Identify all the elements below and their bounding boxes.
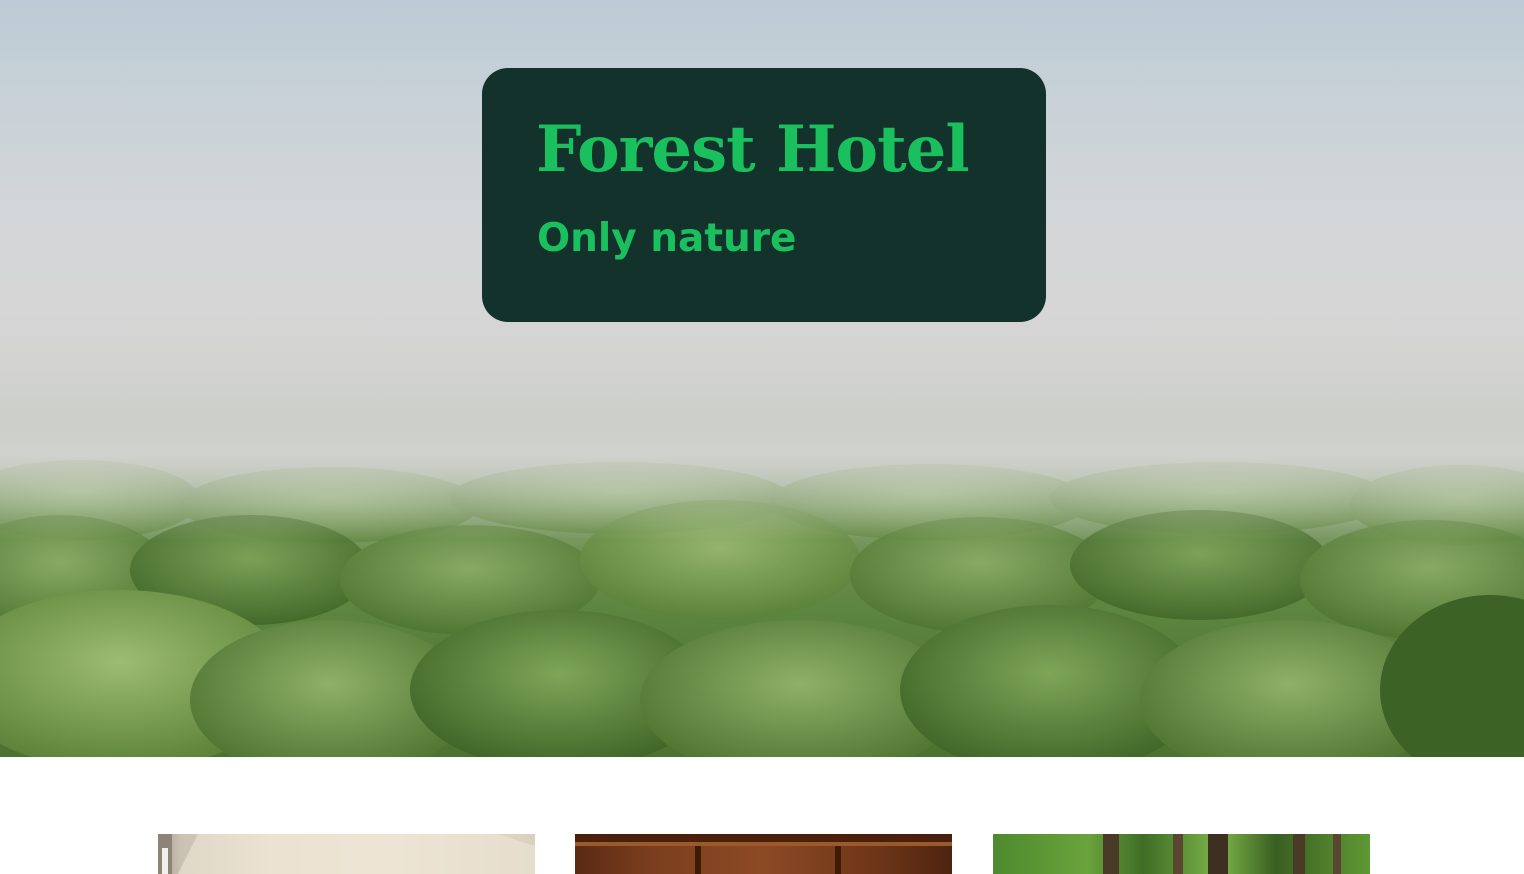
gallery-image-room[interactable]	[158, 834, 535, 874]
hotel-title: Forest Hotel	[536, 112, 970, 187]
mist-overlay	[0, 380, 1524, 540]
gallery-image-forest[interactable]	[993, 834, 1370, 874]
gallery-image-cabin[interactable]	[575, 834, 952, 874]
hotel-tagline: Only nature	[537, 216, 797, 261]
forest-trees-image	[1103, 834, 1341, 874]
room-interior-image	[158, 834, 535, 874]
hotel-title-card: Forest Hotel Only nature	[482, 68, 1046, 322]
cabin-interior-image	[575, 834, 952, 874]
hero-banner: Forest Hotel Only nature	[0, 0, 1524, 757]
